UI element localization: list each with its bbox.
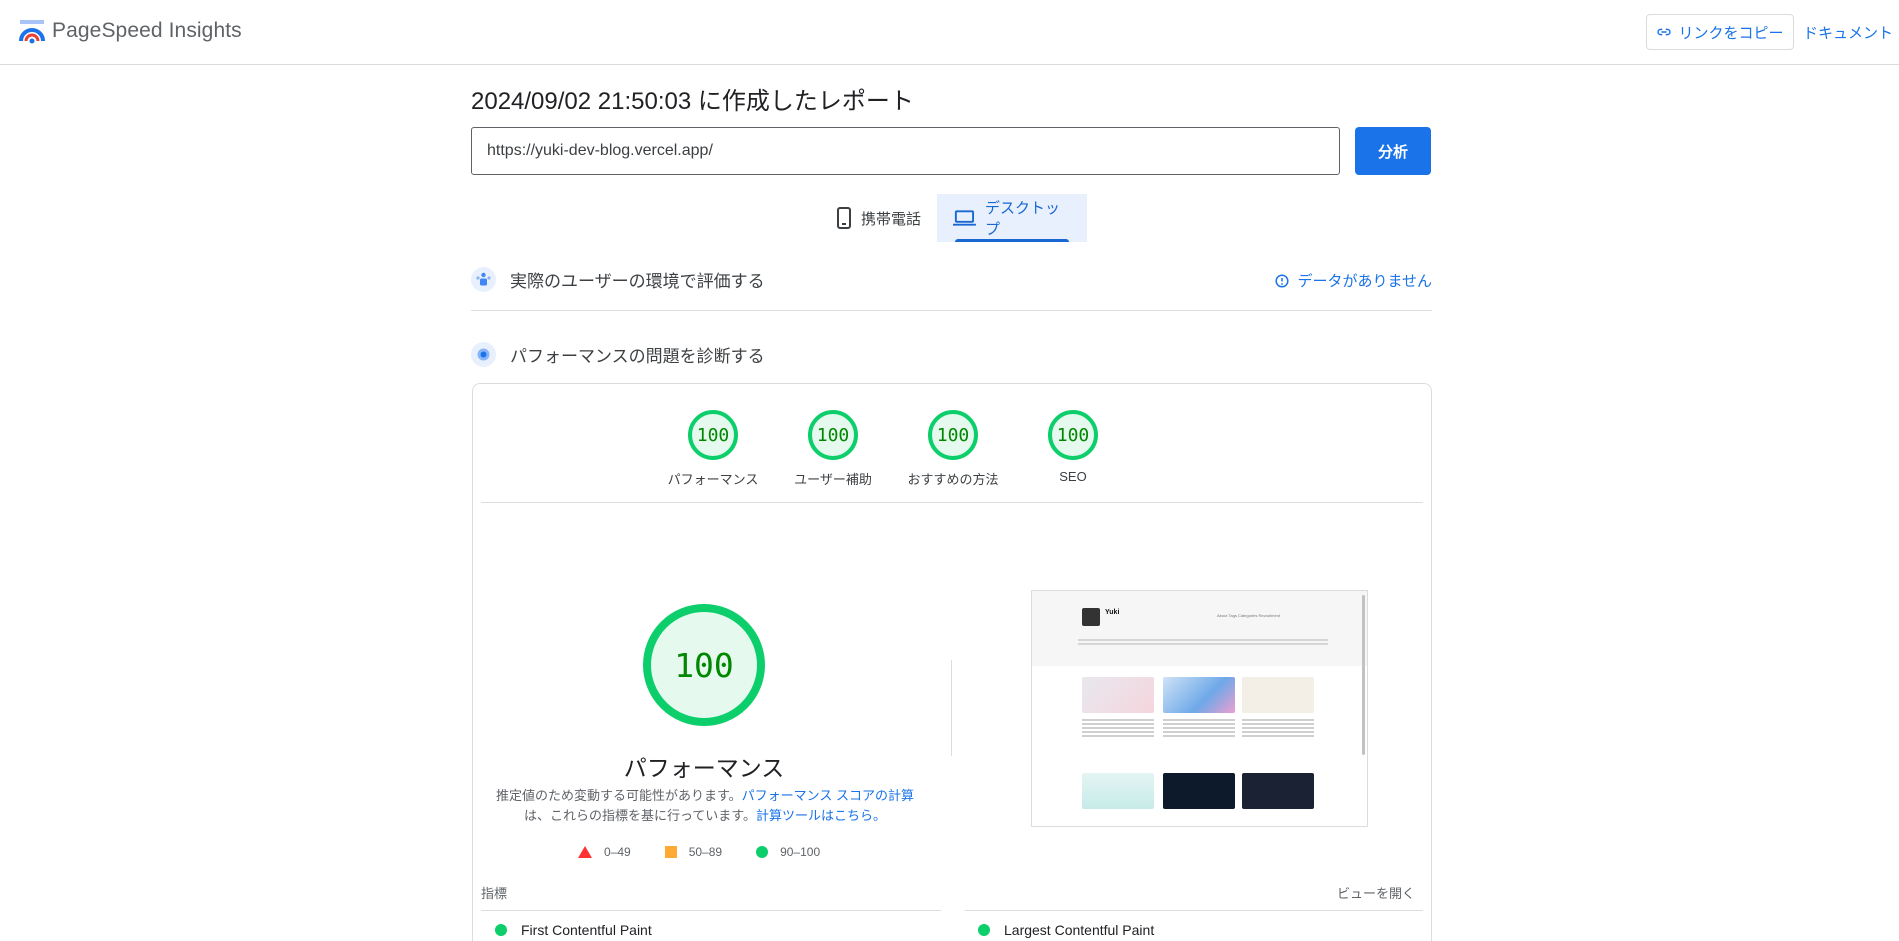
score-label: パフォーマンス bbox=[667, 472, 759, 487]
smartphone-icon bbox=[837, 207, 851, 229]
no-data-link[interactable]: データがありません bbox=[1275, 270, 1432, 291]
score-gauge-performance[interactable]: 100 パフォーマンス bbox=[648, 410, 778, 488]
app-title[interactable]: PageSpeed Insights bbox=[52, 19, 242, 43]
pass-circle-icon bbox=[978, 924, 990, 936]
no-data-label: データがありません bbox=[1297, 273, 1432, 290]
performance-description: 推定値のため変動する可能性があります。パフォーマンス スコアの計算 は、これらの… bbox=[485, 786, 925, 826]
preview-header: Yuki About Tags Categories Recruitment bbox=[1032, 591, 1367, 666]
desc-text-2: は、これらの指標を基に行っています。 bbox=[523, 808, 757, 823]
square-icon bbox=[664, 846, 677, 858]
link-icon bbox=[1657, 28, 1672, 36]
legend-fail: 0–49 bbox=[578, 845, 631, 859]
docs-link[interactable]: ドキュメント bbox=[1803, 22, 1893, 43]
triangle-icon bbox=[578, 846, 592, 858]
tab-mobile-label: 携帯電話 bbox=[861, 210, 922, 228]
expand-view-button[interactable]: ビューを開く bbox=[1337, 883, 1415, 902]
performance-big-gauge: 100 bbox=[643, 604, 765, 726]
top-app-bar: PageSpeed Insights リンクをコピー ドキュメント bbox=[0, 0, 1899, 65]
score-label: SEO bbox=[1059, 469, 1087, 484]
analyze-button[interactable]: 分析 bbox=[1355, 127, 1431, 175]
metric-lcp: Largest Contentful Paint bbox=[978, 922, 1154, 938]
pagespeed-logo-icon[interactable] bbox=[19, 19, 45, 45]
copy-link-button[interactable]: リンクをコピー bbox=[1646, 14, 1794, 50]
legend-average: 50–89 bbox=[664, 845, 723, 859]
preview-site-name: Yuki bbox=[1105, 609, 1120, 616]
selected-tab-indicator bbox=[955, 239, 1069, 242]
preview-post-text bbox=[1082, 719, 1154, 739]
metrics-heading: 指標 bbox=[481, 886, 508, 901]
tab-desktop-label: デスクトップ bbox=[984, 200, 1060, 238]
score-calculation-link[interactable]: パフォーマンス スコアの計算 bbox=[742, 788, 914, 803]
performance-big-label: パフォーマンス bbox=[623, 755, 785, 781]
score-gauge-seo[interactable]: 100 SEO bbox=[1008, 410, 1138, 484]
calculator-link[interactable]: 計算ツールはこちら。 bbox=[756, 808, 886, 823]
final-screenshot-thumbnail: Yuki About Tags Categories Recruitment bbox=[1031, 590, 1368, 827]
metric-divider bbox=[965, 910, 1423, 911]
metrics-header: 指標 ビューを開く bbox=[481, 879, 1423, 903]
preview-post-image bbox=[1242, 677, 1314, 713]
lighthouse-report-card: 100 パフォーマンス 100 ユーザー補助 100 おすすめの方法 100 S… bbox=[472, 383, 1432, 941]
preview-post-image bbox=[1082, 773, 1154, 809]
score-label: おすすめの方法 bbox=[907, 472, 999, 487]
url-input[interactable] bbox=[471, 127, 1340, 175]
metric-fcp: First Contentful Paint bbox=[495, 922, 652, 938]
score-gauge-best-practices[interactable]: 100 おすすめの方法 bbox=[888, 410, 1018, 488]
lab-data-title: パフォーマンスの問題を診断する bbox=[510, 346, 765, 366]
crux-users-icon bbox=[471, 266, 496, 292]
section-divider bbox=[471, 310, 1432, 311]
field-data-title: 実際のユーザーの環境で評価する bbox=[510, 271, 765, 291]
info-icon bbox=[1275, 273, 1289, 288]
tab-mobile[interactable]: 携帯電話 bbox=[820, 194, 937, 242]
pass-circle-icon bbox=[495, 924, 507, 936]
preview-nav: About Tags Categories Recruitment bbox=[1217, 613, 1281, 618]
field-data-section: 実際のユーザーの環境で評価する データがありません bbox=[471, 259, 1432, 299]
preview-post-text bbox=[1163, 719, 1235, 739]
avatar bbox=[1082, 608, 1100, 626]
preview-post-image bbox=[1082, 677, 1154, 713]
score-value: 100 bbox=[1048, 410, 1098, 460]
vertical-divider bbox=[951, 660, 952, 756]
preview-intro-text bbox=[1078, 639, 1328, 647]
report-title: 2024/09/02 21:50:03 に作成したレポート bbox=[471, 88, 914, 115]
score-label: ユーザー補助 bbox=[794, 472, 872, 487]
preview-post-image bbox=[1163, 677, 1235, 713]
legend-fail-range: 0–49 bbox=[604, 845, 631, 859]
score-value: 100 bbox=[808, 410, 858, 460]
lab-data-section: パフォーマンスの問題を診断する bbox=[471, 334, 1432, 374]
preview-post-image bbox=[1242, 773, 1314, 809]
metric-divider bbox=[481, 910, 941, 911]
legend-pass-range: 90–100 bbox=[780, 845, 821, 859]
score-value: 100 bbox=[688, 410, 738, 460]
score-legend: 0–49 50–89 90–100 bbox=[578, 845, 844, 859]
metric-name: Largest Contentful Paint bbox=[1004, 922, 1155, 938]
preview-post-image bbox=[1163, 773, 1235, 809]
circle-icon bbox=[756, 846, 769, 858]
legend-average-range: 50–89 bbox=[688, 845, 723, 859]
score-value: 100 bbox=[928, 410, 978, 460]
desc-text-1: 推定値のため変動する可能性があります。 bbox=[495, 788, 742, 803]
score-gauge-accessibility[interactable]: 100 ユーザー補助 bbox=[768, 410, 898, 488]
metric-name: First Contentful Paint bbox=[521, 922, 652, 938]
laptop-icon bbox=[953, 210, 976, 226]
lighthouse-icon bbox=[471, 341, 496, 367]
tab-desktop[interactable]: デスクトップ bbox=[937, 194, 1087, 242]
preview-scrollbar bbox=[1362, 595, 1365, 755]
card-divider bbox=[481, 502, 1423, 503]
copy-link-label: リンクをコピー bbox=[1678, 24, 1784, 42]
preview-post-text bbox=[1242, 719, 1314, 739]
legend-pass: 90–100 bbox=[756, 845, 820, 859]
